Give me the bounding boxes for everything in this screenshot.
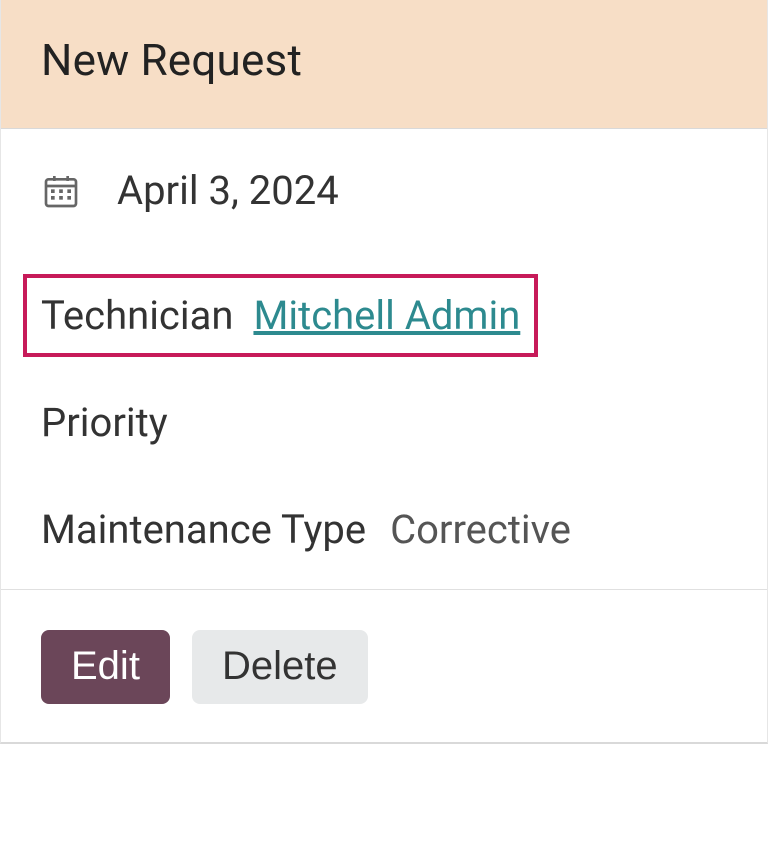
delete-button[interactable]: Delete (192, 630, 368, 704)
card-title: New Request (41, 34, 727, 86)
date-value: April 3, 2024 (117, 167, 339, 214)
date-row: April 3, 2024 (41, 167, 727, 214)
request-card: New Request April 3, 2024 (0, 0, 768, 744)
priority-row: Priority (41, 399, 727, 446)
card-footer: Edit Delete (1, 589, 767, 742)
maintenance-type-value: Corrective (390, 506, 571, 553)
card-body: April 3, 2024 Technician Mitchell Admin … (1, 129, 767, 589)
priority-label: Priority (41, 399, 168, 446)
technician-link[interactable]: Mitchell Admin (253, 292, 520, 339)
technician-row: Technician Mitchell Admin (41, 274, 727, 357)
maintenance-type-row: Maintenance Type Corrective (41, 506, 727, 553)
calendar-icon (41, 171, 81, 211)
edit-button[interactable]: Edit (41, 630, 170, 704)
maintenance-type-label: Maintenance Type (41, 506, 366, 553)
card-header: New Request (1, 0, 767, 129)
technician-highlight: Technician Mitchell Admin (23, 274, 538, 357)
technician-label: Technician (41, 292, 233, 339)
